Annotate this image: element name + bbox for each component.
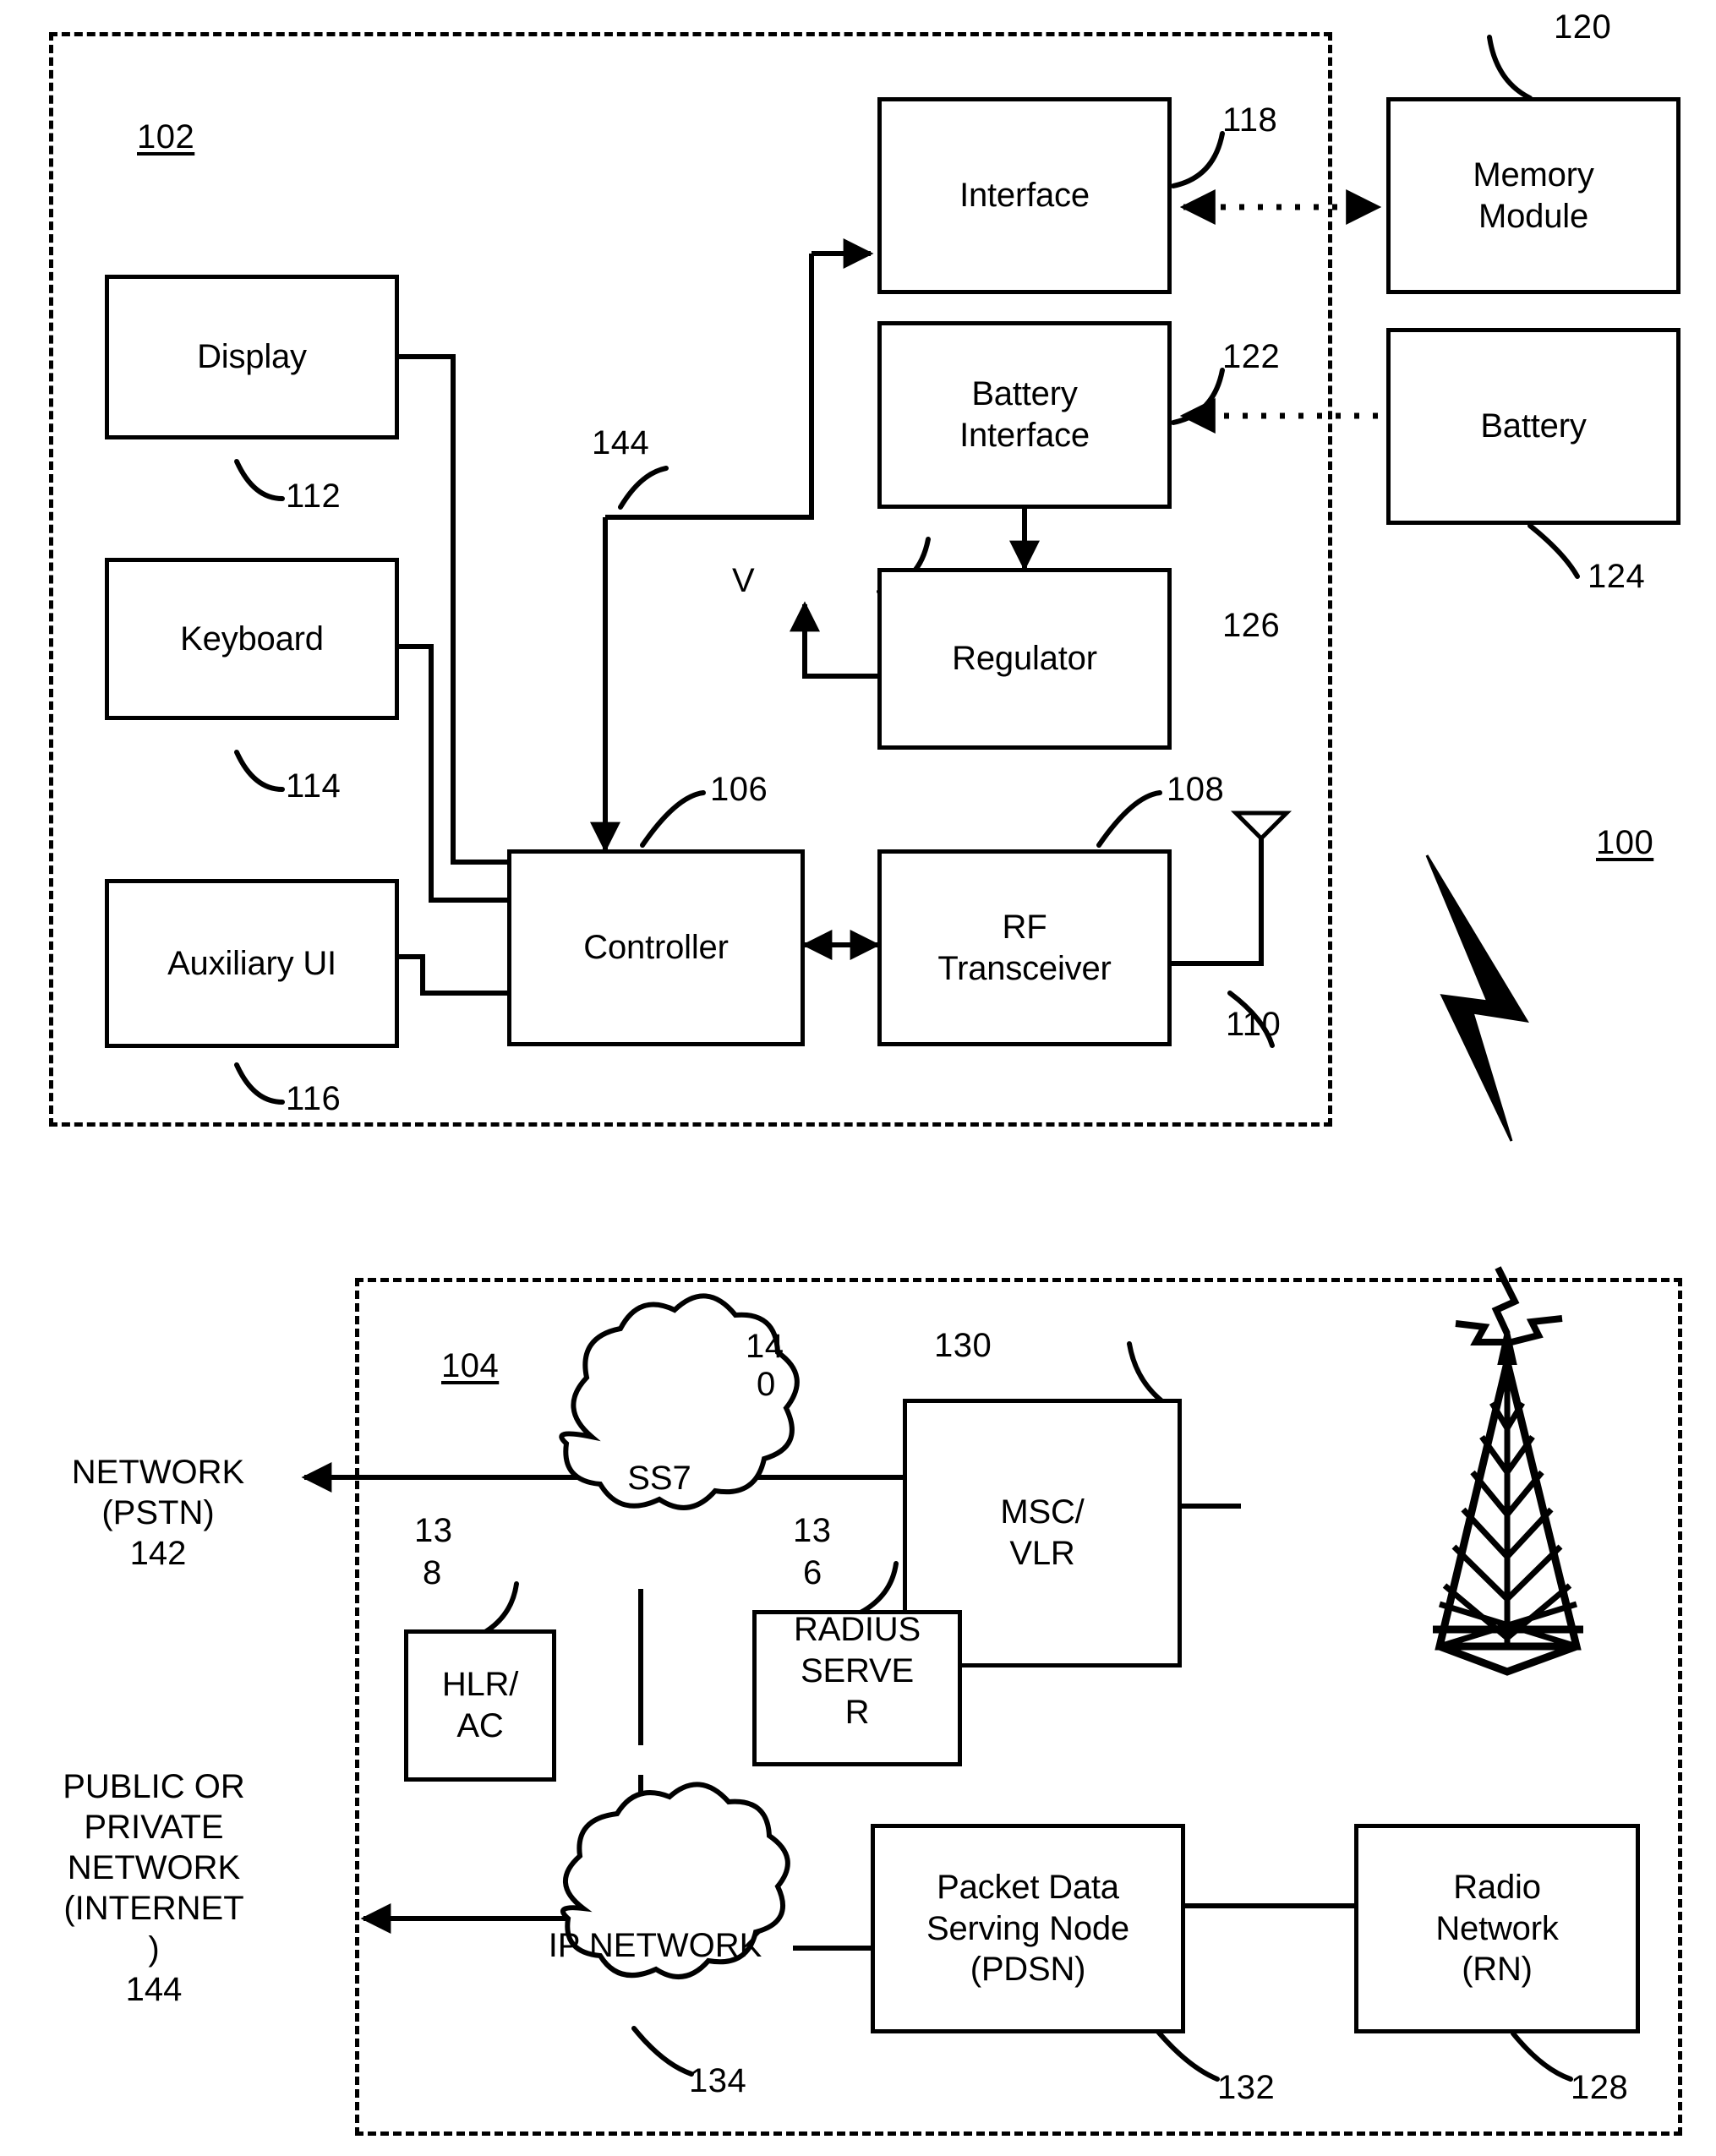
numeral-112: 112 — [286, 478, 342, 515]
numeral-130: 130 — [934, 1327, 992, 1364]
numeral-110: 110 — [1226, 1006, 1282, 1043]
numeral-136-radius-line1: 13 — [793, 1512, 832, 1549]
numeral-116: 116 — [286, 1080, 342, 1117]
numeral-134: 134 — [689, 2062, 747, 2099]
block-hlr-ac-label: HLR/ AC — [441, 1666, 519, 1744]
numeral-124: 124 — [1588, 558, 1646, 595]
block-regulator[interactable]: Regulator — [877, 568, 1172, 750]
numeral-122: 122 — [1222, 338, 1281, 375]
numeral-126: 126 — [1222, 607, 1281, 644]
block-radio-network[interactable]: Radio Network (RN) — [1354, 1824, 1640, 2033]
block-msc-vlr-label: MSC/ VLR — [1000, 1493, 1085, 1572]
numeral-132: 132 — [1217, 2069, 1276, 2106]
voltage-label: V — [732, 562, 755, 599]
numeral-104: 104 — [441, 1347, 500, 1384]
numeral-114: 114 — [286, 767, 342, 805]
block-controller-label: Controller — [583, 929, 729, 967]
block-auxiliary-ui-label: Auxiliary UI — [167, 944, 336, 982]
cloud-ss7-label: SS7 — [627, 1460, 691, 1497]
numeral-128: 128 — [1571, 2069, 1629, 2106]
numeral-144-bus: 144 — [592, 424, 650, 461]
numeral-140-ss7-line2: 0 — [757, 1366, 776, 1403]
block-memory-module-label: Memory Module — [1473, 156, 1594, 235]
block-battery[interactable]: Battery — [1386, 328, 1680, 525]
block-interface[interactable]: Interface — [877, 97, 1172, 294]
patent-figure-canvas: Display Keyboard Auxiliary UI Controller… — [0, 0, 1716, 2156]
block-hlr-ac[interactable]: HLR/ AC — [404, 1629, 556, 1782]
numeral-138-hlr-line2: 8 — [423, 1554, 442, 1591]
block-radius-server[interactable]: RADIUS SERVE R — [752, 1610, 962, 1766]
numeral-138-hlr-line1: 13 — [414, 1512, 453, 1549]
numeral-106: 106 — [710, 771, 768, 808]
block-rf-transceiver[interactable]: RF Transceiver — [877, 849, 1172, 1046]
block-auxiliary-ui[interactable]: Auxiliary UI — [105, 879, 399, 1048]
block-battery-interface[interactable]: Battery Interface — [877, 321, 1172, 509]
block-memory-module[interactable]: Memory Module — [1386, 97, 1680, 294]
block-keyboard-label: Keyboard — [180, 620, 324, 658]
numeral-100: 100 — [1596, 824, 1654, 861]
block-keyboard[interactable]: Keyboard — [105, 558, 399, 720]
lightning-bolt-icon — [1425, 854, 1529, 1142]
block-rf-transceiver-label: RF Transceiver — [937, 908, 1112, 987]
label-pstn-network: NETWORK (PSTN) 142 — [71, 1454, 245, 1572]
block-regulator-label: Regulator — [952, 640, 1097, 678]
numeral-136-radius-line2: 6 — [803, 1554, 822, 1591]
block-radio-network-label: Radio Network (RN) — [1435, 1868, 1559, 1989]
block-battery-label: Battery — [1480, 407, 1587, 445]
label-public-private-network: PUBLIC OR PRIVATE NETWORK (INTERNET ) 14… — [63, 1768, 245, 2008]
block-pdsn[interactable]: Packet Data Serving Node (PDSN) — [871, 1824, 1185, 2033]
block-controller[interactable]: Controller — [507, 849, 805, 1046]
block-display-label: Display — [197, 338, 307, 376]
block-battery-interface-label: Battery Interface — [959, 375, 1090, 454]
numeral-120: 120 — [1554, 8, 1612, 46]
block-pdsn-label: Packet Data Serving Node (PDSN) — [926, 1868, 1129, 1989]
numeral-140-ss7-line1: 14 — [746, 1328, 784, 1365]
block-display[interactable]: Display — [105, 275, 399, 439]
numeral-118: 118 — [1222, 101, 1278, 139]
cloud-ip-network-label: IP NETWORK — [548, 1927, 762, 1964]
block-interface-label: Interface — [959, 177, 1090, 215]
block-radius-server-label: RADIUS SERVE R — [794, 1611, 921, 1731]
numeral-108: 108 — [1167, 771, 1225, 808]
numeral-102: 102 — [137, 118, 195, 156]
